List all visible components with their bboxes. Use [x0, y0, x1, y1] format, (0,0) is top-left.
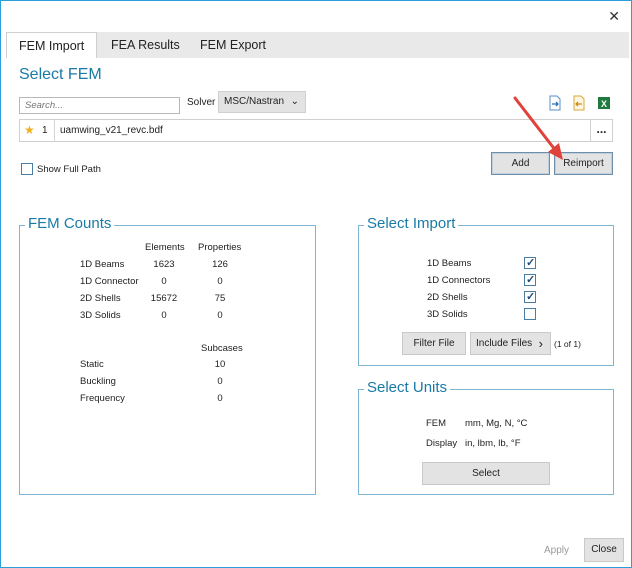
subcase-label: Frequency: [80, 393, 125, 404]
file-index: 1: [42, 125, 48, 136]
import-item-label: 2D Shells: [427, 292, 468, 303]
display-units-label: Display: [426, 438, 458, 449]
solver-label: Solver: [187, 97, 216, 108]
fem-units-label: FEM: [426, 418, 447, 429]
subcases-header: Subcases: [201, 343, 243, 354]
annotation-arrow: [513, 96, 563, 160]
count-row-elements: 0: [161, 310, 167, 321]
filter-file-button[interactable]: Filter File: [402, 332, 466, 355]
fem-counts-group: FEM Counts Elements Properties 1D Beams …: [19, 215, 316, 495]
close-icon[interactable]: ✕: [608, 8, 620, 25]
show-full-path-label: Show Full Path: [37, 164, 101, 175]
count-row-label: 2D Shells: [80, 293, 121, 304]
subcase-value: 0: [217, 393, 223, 404]
display-units-value: in, lbm, lb, °F: [465, 438, 521, 449]
import-2d-shells-checkbox[interactable]: [524, 290, 536, 303]
apply-button[interactable]: Apply: [544, 545, 569, 557]
star-icon[interactable]: ★: [24, 123, 35, 137]
tab-fem-import[interactable]: FEM Import: [6, 32, 98, 58]
select-import-group: Select Import 1D Beams 1D Connectors 2D …: [358, 215, 614, 366]
fem-dialog-window: ✕ FEM Import FEA Results FEM Export Sele…: [0, 0, 632, 568]
excel-icon[interactable]: X: [597, 95, 611, 111]
count-row-label: 3D Solids: [80, 310, 121, 321]
solver-dropdown[interactable]: MSC/Nastran ⌄: [218, 91, 306, 113]
chevron-right-icon: ›: [538, 336, 543, 351]
fem-units-value: mm, Mg, N, °C: [465, 418, 528, 429]
subcase-label: Buckling: [80, 376, 116, 387]
count-row-elements: 0: [161, 276, 167, 287]
subcase-label: Static: [80, 359, 104, 370]
chevron-down-icon: ⌄: [290, 96, 299, 107]
browse-more-button[interactable]: ...: [590, 120, 612, 141]
subcase-value: 0: [217, 376, 223, 387]
tab-bar: FEM Import FEA Results FEM Export: [6, 32, 629, 58]
count-row-properties: 75: [214, 293, 226, 304]
select-units-title: Select Units: [364, 379, 451, 397]
search-input[interactable]: [19, 97, 180, 114]
subcase-value: 10: [214, 359, 226, 370]
close-button[interactable]: Close: [584, 538, 624, 562]
count-row-label: 1D Beams: [80, 259, 125, 270]
import-1d-connectors-checkbox[interactable]: [524, 273, 536, 286]
import-3d-solids-checkbox[interactable]: [524, 308, 536, 320]
import-item-label: 1D Beams: [427, 258, 472, 269]
select-import-title: Select Import: [364, 215, 459, 233]
count-row-properties: 0: [217, 310, 223, 321]
include-count: (1 of 1): [554, 339, 581, 349]
select-units-button[interactable]: Select: [422, 462, 550, 485]
count-row-properties: 126: [212, 259, 228, 270]
tab-fem-export[interactable]: FEM Export: [188, 32, 278, 58]
count-row-elements: 15672: [150, 293, 178, 304]
import-item-label: 3D Solids: [427, 309, 468, 320]
import-1d-beams-checkbox[interactable]: [524, 256, 536, 269]
solver-value: MSC/Nastran: [224, 96, 285, 107]
include-files-label: Include Files: [476, 338, 533, 349]
tab-fea-results[interactable]: FEA Results: [99, 32, 192, 58]
divider: [54, 120, 55, 141]
fem-counts-title: FEM Counts: [25, 215, 115, 233]
select-units-group: Select Units FEM mm, Mg, N, °C Display i…: [358, 379, 614, 495]
show-full-path-checkbox[interactable]: [21, 163, 33, 175]
count-row-label: 1D Connector: [80, 276, 139, 287]
select-fem-title: Select FEM: [19, 66, 102, 83]
svg-text:X: X: [601, 99, 607, 109]
properties-header: Properties: [198, 242, 242, 253]
count-row-properties: 0: [217, 276, 223, 287]
file-name: uamwing_v21_revc.bdf: [60, 125, 163, 136]
export-file-icon[interactable]: [572, 95, 586, 111]
include-files-button[interactable]: Include Files ›: [470, 332, 551, 355]
count-row-elements: 1623: [153, 259, 175, 270]
import-item-label: 1D Connectors: [427, 275, 491, 286]
elements-header: Elements: [145, 242, 185, 253]
